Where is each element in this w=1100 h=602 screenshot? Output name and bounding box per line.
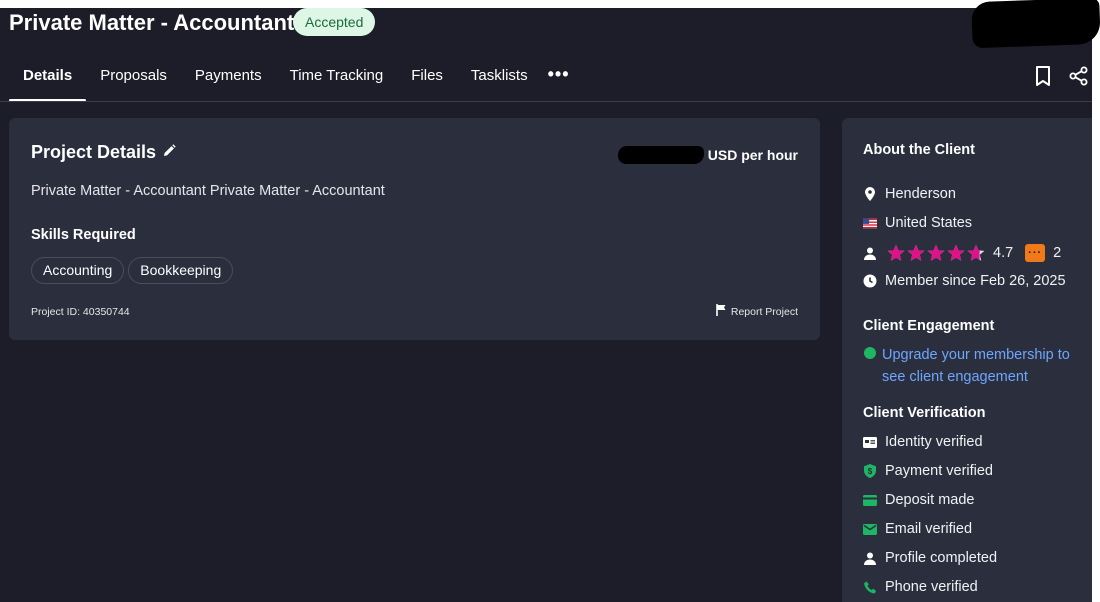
upgrade-link-line-2: see client engagement <box>882 369 1028 385</box>
client-city: Henderson <box>885 186 956 202</box>
client-verification-heading: Client Verification <box>863 405 986 421</box>
review-bubble-icon: ··· <box>1025 244 1046 262</box>
star-icon <box>927 244 945 261</box>
upgrade-membership-link[interactable]: Upgrade your membership to see client en… <box>882 344 1070 388</box>
skill-chip[interactable]: Accounting <box>31 257 125 284</box>
redacted-user-area <box>971 0 1100 49</box>
person-icon <box>863 246 877 260</box>
skills-heading: Skills Required <box>31 227 136 243</box>
phone-icon <box>863 580 877 594</box>
edit-pencil-icon[interactable] <box>162 142 176 163</box>
location-pin-icon <box>863 187 877 201</box>
tab-bar: Details Proposals Payments Time Tracking… <box>9 65 576 102</box>
tab-proposals[interactable]: Proposals <box>86 66 181 102</box>
star-icon <box>907 244 925 261</box>
app-window: Private Matter - Accountant Accepted Det… <box>0 8 1092 602</box>
tab-payments[interactable]: Payments <box>181 66 276 102</box>
redacted-amount <box>617 146 704 164</box>
tab-divider <box>0 101 1092 102</box>
project-id: Project ID: 40350744 <box>31 306 130 318</box>
shield-icon: $ <box>863 464 877 478</box>
report-project-label: Report Project <box>730 305 798 318</box>
about-client-heading: About the Client <box>863 142 975 158</box>
page-header: Private Matter - Accountant Accepted Det… <box>0 8 1092 102</box>
skill-chip[interactable]: Bookkeeping <box>128 257 234 284</box>
tab-files[interactable]: Files <box>397 66 457 102</box>
tab-tasklists[interactable]: Tasklists <box>457 66 542 102</box>
rate-unit: USD per hour <box>707 147 798 163</box>
project-description: Private Matter - Accountant Private Matt… <box>31 183 385 199</box>
star-icon <box>887 244 905 261</box>
upgrade-link-line-1: Upgrade your membership to <box>882 347 1070 363</box>
share-icon[interactable] <box>1069 66 1089 91</box>
project-details-heading: Project Details <box>31 142 176 163</box>
star-icon <box>967 244 985 261</box>
client-engagement-heading: Client Engagement <box>863 318 995 334</box>
clock-icon <box>863 274 877 288</box>
us-flag-icon <box>863 216 877 230</box>
report-project-link[interactable]: Report Project <box>716 304 798 319</box>
tab-time-tracking[interactable]: Time Tracking <box>276 66 398 102</box>
verification-label: Email verified <box>885 521 973 537</box>
client-country-name: United States <box>885 215 973 231</box>
verification-item: Phone verified <box>863 579 978 595</box>
client-member-since: Member since Feb 26, 2025 <box>863 273 1066 289</box>
more-tabs-button[interactable]: ••• <box>542 65 576 102</box>
status-badge: Accepted <box>293 8 376 36</box>
verification-label: Profile completed <box>885 550 998 566</box>
tab-details[interactable]: Details <box>9 66 87 102</box>
member-since-text: Member since Feb 26, 2025 <box>885 273 1066 289</box>
verification-item: Email verified <box>863 521 972 537</box>
review-count: 2 <box>1053 245 1062 261</box>
verification-label: Deposit made <box>885 492 975 508</box>
verification-item: Identity verified <box>863 434 983 450</box>
page-title: Private Matter - Accountant <box>9 10 295 35</box>
verification-label: Identity verified <box>885 434 983 450</box>
svg-text:$: $ <box>868 467 873 476</box>
verification-label: Phone verified <box>885 579 978 595</box>
verification-item: Deposit made <box>863 492 974 508</box>
bookmark-icon[interactable] <box>1034 66 1052 91</box>
client-country: United States <box>863 215 972 231</box>
client-sidebar: About the Client Henderson United States… <box>842 118 1092 602</box>
skills-list: Accounting Bookkeeping <box>31 257 234 284</box>
flag-icon <box>716 304 727 319</box>
budget-rate: USD per hour <box>617 146 798 164</box>
project-details-title: Project Details <box>31 142 157 162</box>
client-location: Henderson <box>863 186 956 202</box>
star-icon <box>947 244 965 261</box>
status-dot-icon <box>863 346 877 360</box>
client-rating: 4.7 ··· 2 <box>863 244 1061 262</box>
project-details-panel: Project Details USD per hour Private Mat… <box>9 118 820 340</box>
rating-stars <box>887 244 985 262</box>
verification-item: Profile completed <box>863 550 997 566</box>
mail-icon <box>863 522 877 536</box>
id-card-icon <box>863 435 877 449</box>
verification-label: Payment verified <box>885 463 993 479</box>
verification-item: $ Payment verified <box>863 463 993 479</box>
rating-value: 4.7 <box>993 245 1014 261</box>
person-icon <box>863 551 877 565</box>
credit-card-icon <box>863 493 877 507</box>
